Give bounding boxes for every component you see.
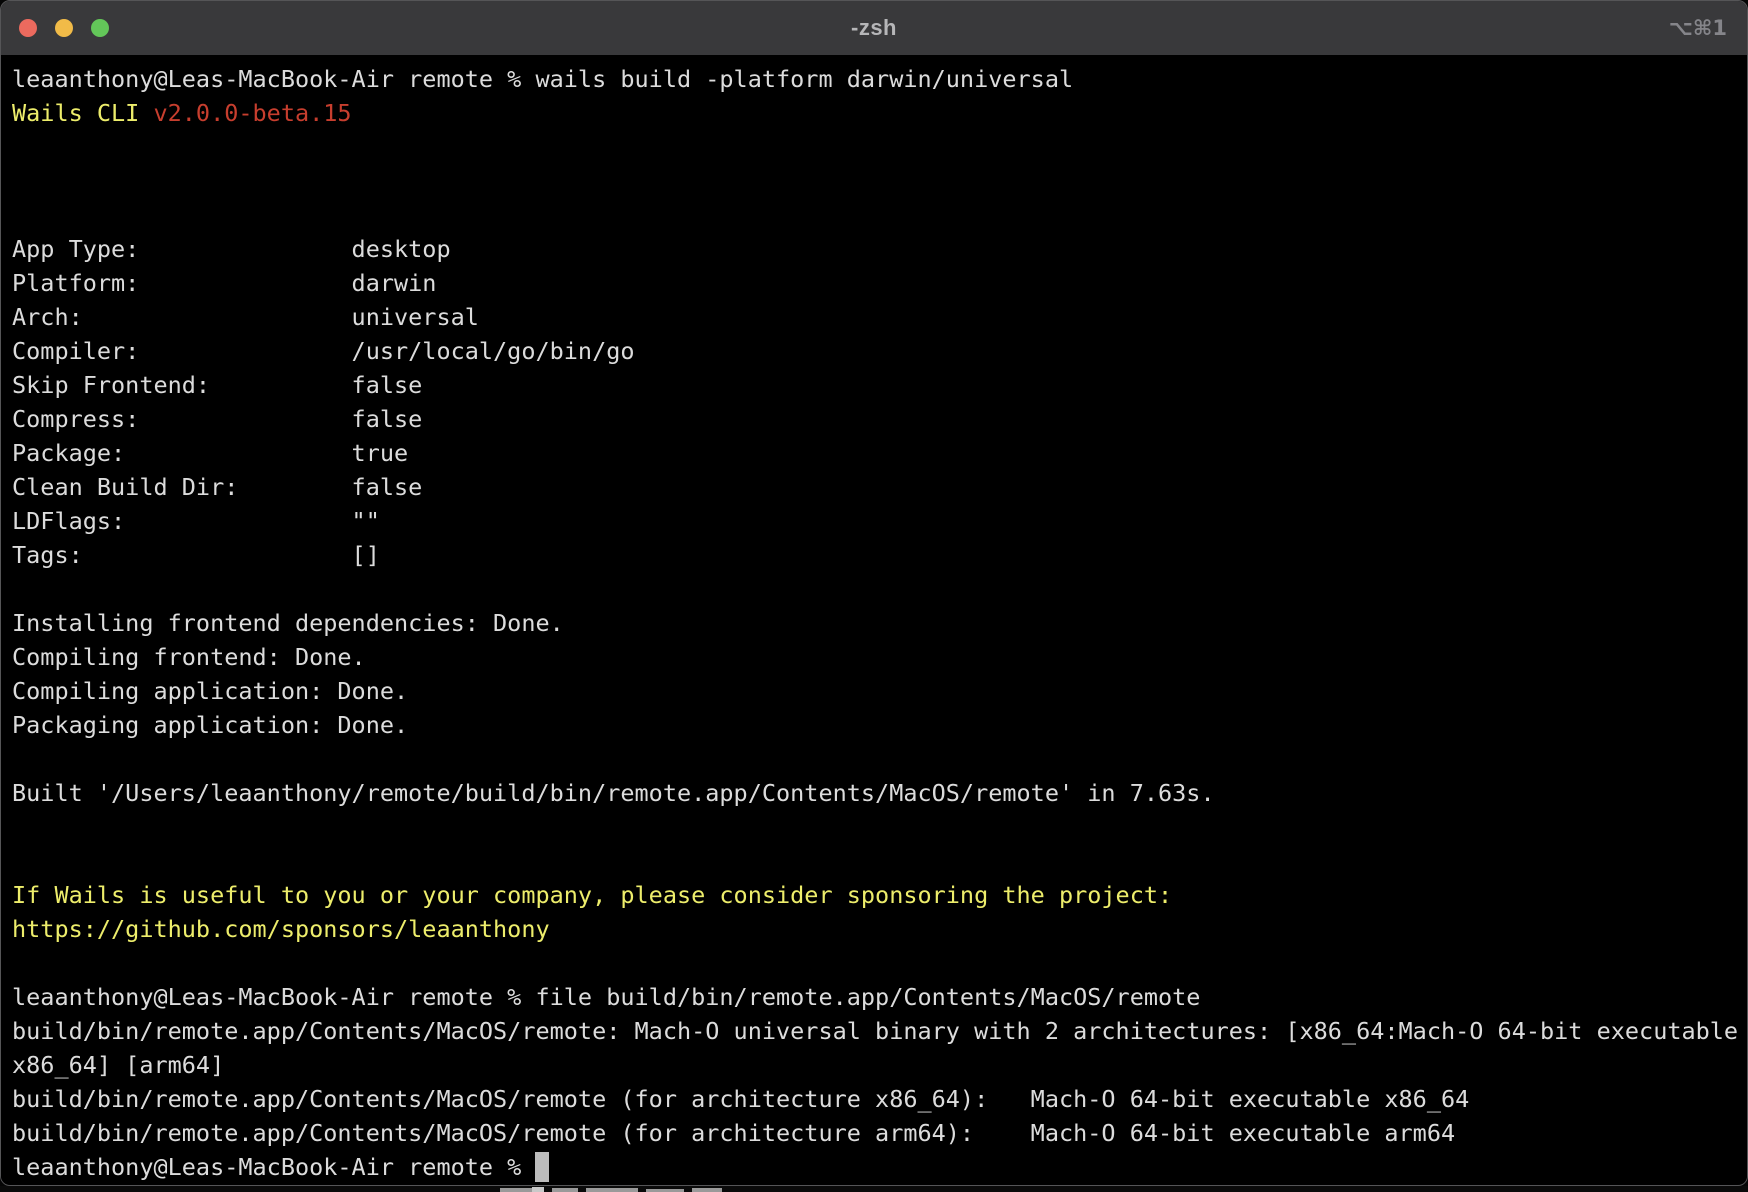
terminal-line: Packaging application: Done. [12,708,1747,742]
terminal-line: LDFlags: "" [12,504,1747,538]
terminal-line [12,164,1747,198]
terminal-text-segment: Compress: false [12,405,422,433]
terminal-line: Built '/Users/leaanthony/remote/build/bi… [12,776,1747,810]
terminal-line: https://github.com/sponsors/leaanthony [12,912,1747,946]
terminal-text-segment: v2.0.0-beta.15 [153,99,351,127]
terminal-line: Package: true [12,436,1747,470]
terminal-line: build/bin/remote.app/Contents/MacOS/remo… [12,1082,1747,1116]
window-title: -zsh [851,15,897,41]
terminal-text-segment: Tags: [] [12,541,380,569]
terminal-line: If Wails is useful to you or your compan… [12,878,1747,912]
terminal-line [12,810,1747,844]
terminal-text-segment: Compiling frontend: Done. [12,643,366,671]
terminal-text-segment: Packaging application: Done. [12,711,408,739]
terminal-line [12,572,1747,606]
terminal-line: build/bin/remote.app/Contents/MacOS/remo… [12,1116,1747,1150]
terminal-line: build/bin/remote.app/Contents/MacOS/remo… [12,1014,1747,1048]
terminal-text-segment: leaanthony@Leas-MacBook-Air remote % wai… [12,65,1073,93]
terminal-output: leaanthony@Leas-MacBook-Air remote % wai… [12,62,1747,1184]
terminal-line: leaanthony@Leas-MacBook-Air remote % [12,1150,1747,1184]
terminal-text-segment: build/bin/remote.app/Contents/MacOS/remo… [12,1085,1469,1113]
terminal-line: Wails CLI v2.0.0-beta.15 [12,96,1747,130]
terminal-text-segment: Installing frontend dependencies: Done. [12,609,564,637]
terminal-line: leaanthony@Leas-MacBook-Air remote % wai… [12,62,1747,96]
terminal-text-segment: Wails CLI [12,99,153,127]
terminal-line [12,130,1747,164]
terminal-text-segment: leaanthony@Leas-MacBook-Air remote % [12,1153,535,1181]
terminal-line [12,946,1747,980]
sliver-fragment [692,1188,722,1192]
terminal-line: Tags: [] [12,538,1747,572]
terminal-text-segment: App Type: desktop [12,235,451,263]
terminal-text-segment: build/bin/remote.app/Contents/MacOS/remo… [12,1119,1455,1147]
terminal-text-segment: x86_64] [arm64] [12,1051,224,1079]
terminal-line: Compiling frontend: Done. [12,640,1747,674]
terminal-text-segment: Compiler: /usr/local/go/bin/go [12,337,635,365]
terminal-text-segment: Arch: universal [12,303,479,331]
minimize-button[interactable] [55,19,73,37]
terminal-line [12,198,1747,232]
sliver-fragment [586,1188,638,1192]
terminal-line: Arch: universal [12,300,1747,334]
terminal-line: Clean Build Dir: false [12,470,1747,504]
terminal-text-segment: Skip Frontend: false [12,371,422,399]
terminal-line: x86_64] [arm64] [12,1048,1747,1082]
background-window-sliver [0,1186,1748,1192]
sponsor-link[interactable]: https://github.com/sponsors/leaanthony [12,915,550,943]
terminal-text-segment: Built '/Users/leaanthony/remote/build/bi… [12,779,1215,807]
terminal-text-segment: leaanthony@Leas-MacBook-Air remote % fil… [12,983,1200,1011]
terminal-text-segment: Package: true [12,439,408,467]
terminal-text-segment: Compiling application: Done. [12,677,408,705]
sliver-fragment [552,1188,578,1192]
terminal-line: Compiler: /usr/local/go/bin/go [12,334,1747,368]
terminal-content[interactable]: leaanthony@Leas-MacBook-Air remote % wai… [1,55,1747,1184]
titlebar[interactable]: -zsh ⌥⌘1 [1,1,1747,55]
terminal-cursor [535,1152,549,1182]
keyboard-shortcut-badge: ⌥⌘1 [1669,1,1727,55]
terminal-window: -zsh ⌥⌘1 leaanthony@Leas-MacBook-Air rem… [0,0,1748,1186]
terminal-text-segment: Platform: darwin [12,269,436,297]
terminal-line: App Type: desktop [12,232,1747,266]
terminal-line [12,844,1747,878]
close-button[interactable] [19,19,37,37]
terminal-text-segment: build/bin/remote.app/Contents/MacOS/remo… [12,1017,1738,1045]
zoom-button[interactable] [91,19,109,37]
traffic-lights [19,1,109,55]
terminal-line: leaanthony@Leas-MacBook-Air remote % fil… [12,980,1747,1014]
terminal-text-segment: Clean Build Dir: false [12,473,422,501]
terminal-line: Compress: false [12,402,1747,436]
terminal-text-segment: If Wails is useful to you or your compan… [12,881,1172,909]
terminal-line: Platform: darwin [12,266,1747,300]
terminal-line: Skip Frontend: false [12,368,1747,402]
terminal-text-segment: LDFlags: "" [12,507,380,535]
terminal-line: Installing frontend dependencies: Done. [12,606,1747,640]
terminal-line [12,742,1747,776]
terminal-line: Compiling application: Done. [12,674,1747,708]
sliver-fragment [532,1187,544,1192]
sliver-fragment [500,1188,534,1192]
